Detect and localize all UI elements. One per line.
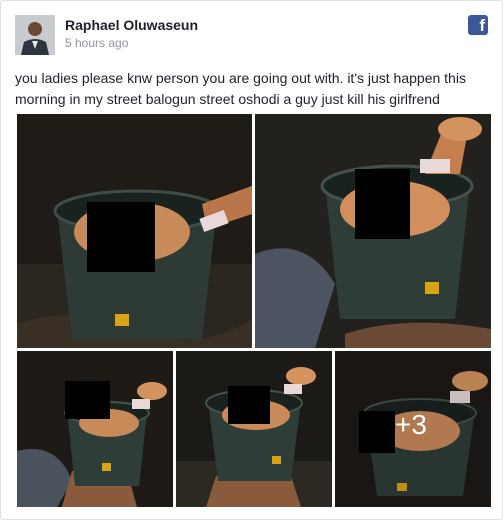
avatar[interactable] bbox=[15, 15, 55, 55]
post-photo-4[interactable] bbox=[176, 351, 332, 507]
facebook-post-card: Raphael Oluwaseun 5 hours ago f you ladi… bbox=[0, 0, 503, 520]
post-photo-3[interactable] bbox=[17, 351, 173, 507]
facebook-icon[interactable]: f bbox=[468, 15, 488, 35]
facebook-logo-glyph: f bbox=[479, 16, 485, 35]
more-photos-count[interactable]: +3 bbox=[395, 409, 427, 441]
post-photo-1[interactable] bbox=[17, 114, 252, 348]
post-photo-2[interactable] bbox=[255, 114, 491, 348]
post-text: you ladies please knw person you are goi… bbox=[15, 70, 466, 107]
author-name[interactable]: Raphael Oluwaseun bbox=[65, 17, 198, 33]
post-timestamp[interactable]: 5 hours ago bbox=[65, 36, 128, 50]
post-photo-more[interactable]: +3 bbox=[335, 351, 491, 507]
